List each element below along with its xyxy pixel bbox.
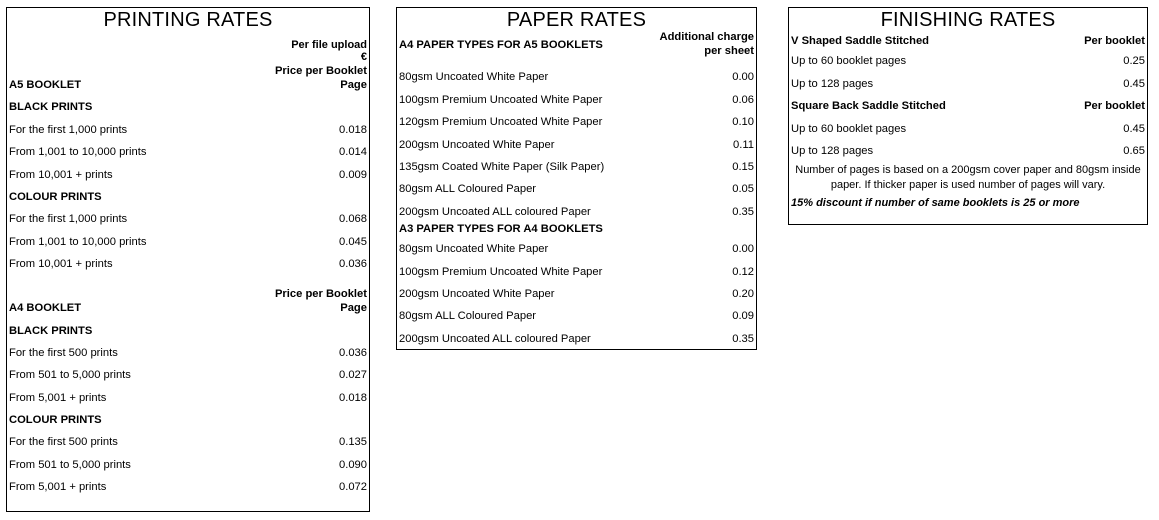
table-row: 80gsm Uncoated White Paper 0.00 bbox=[399, 243, 754, 256]
per-sheet-label: per sheet bbox=[704, 45, 754, 57]
table-row: 200gsm Uncoated ALL coloured Paper 0.35 bbox=[399, 205, 754, 218]
printing-price-header: Per file upload € bbox=[7, 38, 369, 63]
table-row: For the first 500 prints 0.135 bbox=[9, 436, 367, 449]
paper-rates-panel: PAPER RATES A4 PAPER TYPES FOR A5 BOOKLE… bbox=[396, 7, 757, 350]
table-row: Up to 60 booklet pages 0.45 bbox=[791, 122, 1145, 135]
table-row: From 5,001 + prints 0.018 bbox=[9, 391, 367, 404]
v-shaped-header-row: V Shaped Saddle Stitched Per booklet bbox=[789, 32, 1147, 48]
printing-rates-panel: PRINTING RATES Per file upload € A5 BOOK… bbox=[6, 7, 370, 512]
table-row: For the first 1,000 prints 0.018 bbox=[9, 123, 367, 136]
table-row: 100gsm Premium Uncoated White Paper 0.12 bbox=[399, 265, 754, 278]
table-row: 80gsm ALL Coloured Paper 0.05 bbox=[399, 183, 754, 196]
square-back-label: Square Back Saddle Stitched bbox=[791, 100, 946, 113]
a4-colour-prints-label: COLOUR PRINTS bbox=[9, 414, 102, 427]
a5-booklet-label: A5 BOOKLET bbox=[9, 79, 82, 91]
a5-booklet-header-row: A5 BOOKLET Price per Booklet Page bbox=[7, 62, 369, 94]
page-label: Page bbox=[340, 79, 367, 91]
table-row: Up to 128 pages 0.65 bbox=[791, 144, 1145, 157]
table-row: From 1,001 to 10,000 prints 0.014 bbox=[9, 146, 367, 159]
table-row: For the first 500 prints 0.036 bbox=[9, 346, 367, 359]
a4-paper-types-label: A3 PAPER TYPES FOR A4 BOOKLETS bbox=[399, 222, 603, 235]
table-row: 200gsm Uncoated White Paper 0.20 bbox=[399, 287, 754, 300]
a5-black-prints-label: BLACK PRINTS bbox=[9, 101, 93, 114]
per-booklet-label: Per booklet bbox=[1084, 100, 1145, 113]
per-file-upload-label: Per file upload bbox=[291, 39, 367, 51]
v-shaped-label: V Shaped Saddle Stitched bbox=[791, 35, 930, 47]
page-label: Page bbox=[340, 302, 367, 315]
table-row: 200gsm Uncoated ALL coloured Paper 0.35 bbox=[399, 332, 754, 345]
a5-paper-types-label: A4 PAPER TYPES FOR A5 BOOKLETS bbox=[399, 39, 603, 51]
table-row: From 10,001 + prints 0.036 bbox=[9, 258, 367, 271]
a5-paper-header-row: A4 PAPER TYPES FOR A5 BOOKLETS Additiona… bbox=[397, 30, 756, 64]
table-row: For the first 1,000 prints 0.068 bbox=[9, 213, 367, 226]
currency-label: € bbox=[360, 51, 367, 63]
finishing-rates-panel: FINISHING RATES V Shaped Saddle Stitched… bbox=[788, 7, 1148, 225]
table-row: From 5,001 + prints 0.072 bbox=[9, 481, 367, 494]
printing-rates-title: PRINTING RATES bbox=[103, 9, 273, 31]
a5-colour-prints-label: COLOUR PRINTS bbox=[9, 190, 102, 203]
table-row: Up to 128 pages 0.45 bbox=[791, 77, 1145, 90]
table-row: 80gsm ALL Coloured Paper 0.09 bbox=[399, 310, 754, 323]
price-per-booklet-label: Price per Booklet bbox=[274, 288, 367, 301]
table-row: From 10,001 + prints 0.009 bbox=[9, 168, 367, 181]
additional-charge-label: Additional charge bbox=[659, 31, 754, 43]
a4-black-prints-label: BLACK PRINTS bbox=[9, 324, 93, 337]
square-back-header-row: Square Back Saddle Stitched Per booklet bbox=[789, 93, 1147, 115]
page-count-note: Number of pages is based on a 200gsm cov… bbox=[795, 163, 1141, 191]
paper-rates-title: PAPER RATES bbox=[506, 9, 647, 31]
a4-booklet-label: A4 BOOKLET bbox=[9, 302, 82, 315]
table-row: 120gsm Premium Uncoated White Paper 0.10 bbox=[399, 116, 754, 129]
table-row: From 501 to 5,000 prints 0.090 bbox=[9, 458, 367, 471]
table-row: 80gsm Uncoated White Paper 0.00 bbox=[399, 71, 754, 84]
table-row: From 501 to 5,000 prints 0.027 bbox=[9, 369, 367, 382]
table-row: Up to 60 booklet pages 0.25 bbox=[791, 55, 1145, 68]
table-row: 100gsm Premium Uncoated White Paper 0.06 bbox=[399, 93, 754, 106]
a4-booklet-header-row: A4 BOOKLET Price per Booklet Page bbox=[7, 283, 369, 317]
discount-note: 15% discount if number of same booklets … bbox=[791, 196, 1080, 209]
table-row: 200gsm Uncoated White Paper 0.11 bbox=[399, 138, 754, 151]
table-row: 135gsm Coated White Paper (Silk Paper) 0.… bbox=[399, 160, 754, 173]
finishing-rates-title: FINISHING RATES bbox=[880, 9, 1056, 31]
per-booklet-label: Per booklet bbox=[1084, 35, 1145, 47]
price-per-booklet-label: Price per Booklet bbox=[274, 65, 367, 77]
table-row: From 1,001 to 10,000 prints 0.045 bbox=[9, 235, 367, 248]
